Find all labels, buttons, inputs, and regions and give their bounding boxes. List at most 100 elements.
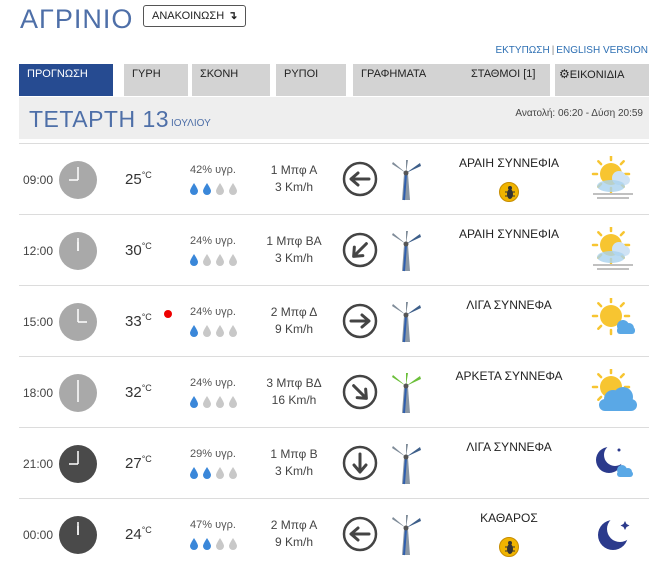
sunrise-sunset: Ανατολή: 06:20 - Δύση 20:59 <box>515 108 643 119</box>
insect-warning-icon <box>499 537 519 557</box>
arrow-icon <box>342 303 378 339</box>
humidity-drops <box>190 253 242 273</box>
tab-forecast-label: ΠΡΟΓΝΩΣΗ <box>27 68 88 80</box>
drop-icons <box>190 538 237 550</box>
arrow-icon <box>342 232 378 268</box>
humidity-drops <box>190 466 242 486</box>
wind-info: 1 Μπφ Β 3 Km/h <box>249 446 339 480</box>
announcement-button[interactable]: ΑΝΑΚΟΙΝΩΣΗ ↴ <box>143 5 247 27</box>
tab-pollen-label: ΓΥΡΗ <box>132 68 161 80</box>
clock-hands <box>69 451 79 465</box>
row-time: 09:00 <box>23 173 54 187</box>
tab-stations[interactable]: ΣΤΑΘΜΟΙ [1] <box>463 64 550 96</box>
weather-shape <box>598 516 633 550</box>
english-version-link[interactable]: ENGLISH VERSION <box>556 45 648 56</box>
few-clouds-haze-icon <box>589 154 639 202</box>
tab-icons[interactable]: ⚙ΕΙΚΟΝΙΔΙΑ <box>555 64 649 96</box>
wind-speed: 3 Km/h <box>274 464 313 478</box>
turbine-shape <box>392 515 421 556</box>
tab-forecast[interactable]: ΠΡΟΓΝΩΣΗ <box>19 64 113 96</box>
condition-text: ΑΡΚΕΤΑ ΣΥΝΝΕΦΑ <box>455 369 563 383</box>
day-name: ΤΕΤΑΡΤΗ 13 <box>29 106 170 132</box>
temperature-unit: °C <box>141 312 152 322</box>
temperature-value: 27 <box>125 455 142 472</box>
clock-hands <box>77 309 87 323</box>
drop-icons <box>190 183 237 195</box>
link-separator: | <box>551 45 555 56</box>
main-tabs: ΠΡΟΓΝΩΣΗ ΓΥΡΗ ΣΚΟΝΗ ΡΥΠΟΙ ΓΡΑΦΗΜΑΤΑ ΣΤΑΘ… <box>19 64 649 96</box>
clock-icon <box>59 374 97 412</box>
turbine-shape <box>392 444 421 485</box>
temperature: 24°C <box>125 525 152 543</box>
weather-shape <box>591 225 633 270</box>
condition-text: ΚΑΘΑΡΟΣ <box>480 511 538 525</box>
heat-alert-dot <box>164 310 172 318</box>
temperature: 32°C <box>125 383 152 401</box>
temperature-value: 33 <box>125 313 142 330</box>
temperature-unit: °C <box>141 525 152 535</box>
drop-icons <box>190 467 237 479</box>
wind-info: 1 Μπφ Α 3 Km/h <box>249 162 339 196</box>
wind-turbine-icon <box>389 442 423 486</box>
condition-text: ΛΙΓΑ ΣΥΝΝΕΦΑ <box>466 298 552 312</box>
print-link[interactable]: ΕΚΤΥΠΩΣΗ <box>495 45 549 56</box>
wind-direction-icon <box>341 231 379 269</box>
temperature: 30°C <box>125 241 152 259</box>
humidity-drops <box>190 395 242 415</box>
tab-stations-label: ΣΤΑΘΜΟΙ [1] <box>471 68 536 80</box>
wind-direction-icon <box>341 515 379 553</box>
humidity-drops <box>190 324 242 344</box>
wind-force: 2 Μπφ Α <box>270 518 318 532</box>
tab-dust-label: ΣΚΟΝΗ <box>200 68 239 80</box>
wind-direction-icon <box>341 373 379 411</box>
forecast-row: 00:00 24°C 47% υγρ. 2 Μπφ Α9 Km/h ΚΑΘΑΡΟΣ <box>19 498 649 564</box>
sun-big-cloud-icon <box>589 367 639 415</box>
wind-info: 2 Μπφ Α 9 Km/h <box>249 517 339 551</box>
turbine-shape <box>392 302 421 343</box>
tab-charts[interactable]: ΓΡΑΦΗΜΑΤΑ <box>353 64 464 96</box>
wind-speed: 9 Km/h <box>274 322 313 336</box>
wind-turbine-icon <box>389 300 423 344</box>
announcement-label: ΑΝΑΚΟΙΝΩΣΗ <box>152 10 225 22</box>
tab-dust[interactable]: ΣΚΟΝΗ <box>192 64 270 96</box>
wind-force: 1 Μπφ ΒΑ <box>266 234 322 248</box>
wind-force: 1 Μπφ Β <box>270 447 318 461</box>
wind-speed: 16 Km/h <box>271 393 317 407</box>
gear-icon: ⚙ <box>559 67 570 81</box>
arrow-icon <box>342 161 378 197</box>
weather-shape <box>591 154 633 199</box>
weather-shape <box>591 296 635 336</box>
wind-speed: 9 Km/h <box>274 535 313 549</box>
clock-icon <box>59 161 97 199</box>
tab-pollutants[interactable]: ΡΥΠΟΙ <box>276 64 346 96</box>
forecast-row: 18:00 32°C 24% υγρ. 3 Μπφ ΒΔ 16 Km/h ΑΡΚΕΤΑ Σ… <box>19 356 649 428</box>
tab-pollutants-label: ΡΥΠΟΙ <box>284 68 319 80</box>
weather-shape <box>591 367 637 411</box>
row-time: 21:00 <box>23 457 54 471</box>
wind-force: 3 Μπφ ΒΔ <box>266 376 322 390</box>
arrow-icon <box>342 516 378 552</box>
wind-info: 2 Μπφ Δ 9 Km/h <box>249 304 339 338</box>
clock-hands <box>77 522 79 535</box>
sun-small-cloud-icon <box>589 296 639 344</box>
wind-turbine-icon <box>389 371 423 415</box>
wind-force: 2 Μπφ Δ <box>270 305 318 319</box>
tab-pollen[interactable]: ΓΥΡΗ <box>124 64 188 96</box>
temperature-value: 25 <box>125 171 142 188</box>
drop-icons <box>190 254 237 266</box>
forecast-row: 09:00 25°C 42% υγρ. 1 Μπφ Α3 Km/h ΑΡΑΙΗ ΣΥΝΝ… <box>19 143 649 215</box>
wind-speed: 3 Km/h <box>274 180 313 194</box>
wind-info: 3 Μπφ ΒΔ 16 Km/h <box>249 375 339 409</box>
temperature-unit: °C <box>141 454 152 464</box>
arrow-icon <box>342 445 378 481</box>
top-links: ΕΚΤΥΠΩΣΗ | ENGLISH VERSION <box>495 45 648 56</box>
turbine-shape <box>392 373 421 414</box>
wind-info: 1 Μπφ ΒΑ 3 Km/h <box>249 233 339 267</box>
forecast-row: 21:00 27°C 29% υγρ. 1 Μπφ Β3 Km/h ΛΙΓΑ ΣΥΝΝΕ… <box>19 427 649 499</box>
clock-icon <box>59 445 97 483</box>
tab-charts-label: ΓΡΑΦΗΜΑΤΑ <box>361 68 427 80</box>
insect-warning-icon <box>499 182 519 202</box>
row-time: 00:00 <box>23 528 54 542</box>
clock-hands <box>69 167 79 181</box>
turbine-shape <box>392 231 421 272</box>
